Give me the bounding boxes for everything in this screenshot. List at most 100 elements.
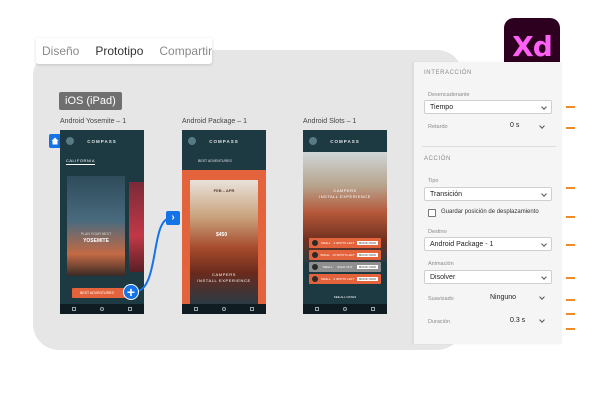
chevron-down-icon[interactable] — [539, 123, 545, 129]
recents-icon — [250, 307, 254, 311]
preserve-scroll-label: Guardar posición de desplazamiento — [441, 209, 539, 215]
home-nav-icon — [343, 307, 347, 311]
back-icon — [315, 307, 319, 311]
slot-book-button: BOOK NOW — [357, 253, 378, 257]
app-name: COMPASS — [330, 138, 360, 144]
callout-tick — [566, 187, 575, 189]
artboard-android-slots[interactable]: COMPASS CAMPERS INSTALL EXPERIENCE SMALL… — [303, 130, 387, 314]
destination-value: Android Package - 1 — [430, 240, 494, 248]
recents-icon — [128, 307, 132, 311]
slot-row: SMALL 4 SPOTS LEFT BOOK NOW — [309, 238, 381, 248]
slots-caption-1: CAMPERS — [333, 188, 357, 193]
delay-label: Retardo — [428, 124, 448, 130]
back-icon — [72, 307, 76, 311]
artboard-title-package[interactable]: Android Package – 1 — [182, 118, 247, 125]
home-nav-icon — [100, 307, 104, 311]
destination-dropdown[interactable]: Android Package - 1 — [424, 237, 552, 251]
package-dates: FEB – APR — [213, 188, 235, 193]
slot-availability: 10 SPOTS LEFT — [332, 253, 355, 257]
easing-label: Suavizado — [428, 296, 454, 302]
slot-row: SMALL 2 SPOTS LEFT BOOK NOW — [309, 274, 381, 284]
home-nav-icon — [222, 307, 226, 311]
package-photo: FEB – APR $450 CAMPERS INSTALL EXPERIENC… — [190, 180, 258, 304]
tab-design[interactable]: Diseño — [42, 44, 79, 58]
package-caption-1: CAMPERS — [212, 272, 236, 277]
mode-tabs: Diseño Prototipo Compartir — [36, 38, 212, 64]
slot-book-button: BOOK NOW — [357, 265, 378, 269]
action-section-title: ACCIÓN — [424, 156, 451, 162]
recents-icon — [371, 307, 375, 311]
animation-dropdown[interactable]: Disolver — [424, 270, 552, 284]
preserve-scroll-checkbox[interactable] — [428, 209, 436, 217]
trigger-label: Desencadenante — [428, 92, 470, 98]
menu-icon — [188, 137, 196, 145]
android-navbar — [303, 304, 387, 314]
duration-label: Duración — [428, 319, 451, 325]
package-price: $450 — [216, 232, 228, 238]
slot-availability: 4 SPOTS LEFT — [333, 241, 355, 245]
artboard-android-package[interactable]: COMPASS BEST ADVENTURES FEB – APR $450 C… — [182, 130, 266, 314]
callout-tick — [566, 216, 575, 218]
slot-row: SMALL SOLD OUT BOOK NOW — [309, 262, 381, 272]
interaction-panel: INTERACCIÓN Desencadenante Tiempo Retard… — [413, 62, 562, 344]
type-value: Transición — [430, 190, 463, 198]
delay-value[interactable]: 0 s — [510, 122, 519, 129]
trigger-dropdown[interactable]: Tiempo — [424, 100, 552, 114]
chevron-right-icon[interactable]: › — [166, 211, 180, 225]
back-icon — [194, 307, 198, 311]
type-label: Tipo — [428, 178, 439, 184]
section-divider — [422, 146, 556, 147]
callout-tick — [566, 328, 575, 330]
phone-header: COMPASS — [303, 130, 387, 152]
callout-tick — [566, 299, 575, 301]
tab-share[interactable]: Compartir — [159, 44, 212, 58]
slot-size: SMALL — [322, 265, 333, 269]
chevron-down-icon[interactable] — [539, 294, 545, 300]
slot-size: SMALL — [320, 277, 331, 281]
card-small-text: PLAN YOUR NEXT — [80, 232, 112, 236]
menu-icon — [309, 137, 317, 145]
card-title: YOSEMITE — [83, 238, 109, 244]
chevron-down-icon[interactable] — [539, 317, 545, 323]
artboard-title-slots[interactable]: Android Slots – 1 — [303, 118, 356, 125]
info-bar: BEST ADVENTURES — [182, 152, 266, 170]
slot-number — [312, 276, 318, 282]
tab-prototype[interactable]: Prototipo — [95, 44, 143, 58]
slot-availability: SOLD OUT — [337, 265, 353, 269]
xd-prototype-screenshot: Diseño Prototipo Compartir Xd iOS (iPad)… — [0, 0, 600, 400]
slot-size: SMALL — [320, 241, 331, 245]
artboard-title-yosemite[interactable]: Android Yosemite – 1 — [60, 118, 126, 125]
destination-card: PLAN YOUR NEXT YOSEMITE — [67, 176, 125, 276]
chevron-down-icon — [541, 104, 547, 110]
duration-value[interactable]: 0.3 s — [510, 317, 525, 324]
phone-header: COMPASS — [182, 130, 266, 152]
package-caption-2: INSTALL EXPERIENCE — [197, 278, 251, 283]
callout-tick — [566, 106, 575, 108]
callout-tick — [566, 244, 575, 246]
menu-icon — [66, 137, 74, 145]
phone-header: COMPASS — [60, 130, 144, 152]
callout-tick — [566, 277, 575, 279]
subnav-label: CALIFORNIA — [66, 158, 96, 165]
add-interaction-icon[interactable]: + — [123, 284, 139, 300]
callout-tick — [566, 313, 575, 315]
android-navbar — [182, 304, 266, 314]
app-name: COMPASS — [209, 138, 239, 144]
slot-number — [312, 264, 318, 270]
slot-book-button: BOOK NOW — [357, 241, 378, 245]
app-name: COMPASS — [87, 138, 117, 144]
next-card — [129, 182, 144, 272]
interaction-section-title: INTERACCIÓN — [424, 70, 472, 76]
trigger-value: Tiempo — [430, 103, 454, 111]
slots-caption-2: INSTALL EXPERIENCE — [319, 194, 371, 199]
chevron-down-icon — [541, 191, 547, 197]
easing-value[interactable]: Ninguno — [490, 294, 516, 301]
slot-number — [312, 240, 318, 246]
slot-size: SMALL — [320, 253, 331, 257]
device-preset-badge[interactable]: iOS (iPad) — [59, 92, 122, 110]
animation-label: Animación — [428, 261, 454, 267]
android-navbar — [60, 304, 144, 314]
slot-availability: 2 SPOTS LEFT — [333, 277, 355, 281]
xd-logo-text: Xd — [512, 29, 553, 63]
type-dropdown[interactable]: Transición — [424, 187, 552, 201]
